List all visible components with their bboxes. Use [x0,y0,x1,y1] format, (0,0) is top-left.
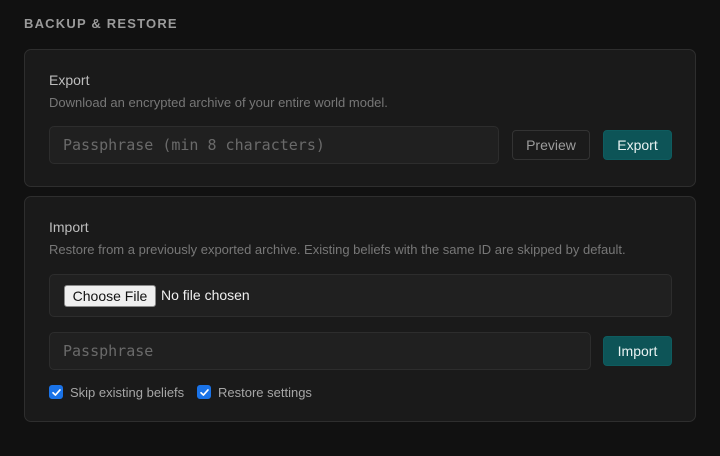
export-description: Download an encrypted archive of your en… [49,95,388,110]
import-button[interactable]: Import [603,336,672,366]
restore-settings-label: Restore settings [218,384,312,400]
checkmark-icon [199,388,209,396]
preview-button[interactable]: Preview [512,130,590,160]
export-card: Export Download an encrypted archive of … [24,49,696,187]
backup-restore-page: BACKUP & RESTORE Export Download an encr… [0,0,720,456]
skip-existing-label: Skip existing beliefs [70,384,185,400]
import-title: Import [49,219,89,235]
file-status: No file chosen [161,287,250,303]
import-passphrase-input[interactable] [49,332,591,370]
export-passphrase-input[interactable] [49,126,499,164]
import-card: Import Restore from a previously exporte… [24,196,696,422]
skip-existing-checkbox[interactable] [49,385,63,399]
restore-settings-option[interactable]: Restore settings [197,383,312,401]
export-button[interactable]: Export [603,130,672,160]
section-title: BACKUP & RESTORE [24,16,178,31]
file-picker: Choose File No file chosen [49,274,672,317]
checkmark-icon [51,388,61,396]
export-title: Export [49,72,90,88]
skip-existing-option[interactable]: Skip existing beliefs [49,383,184,401]
choose-file-button[interactable]: Choose File [64,285,156,307]
import-description: Restore from a previously exported archi… [49,242,626,257]
restore-settings-checkbox[interactable] [197,385,211,399]
